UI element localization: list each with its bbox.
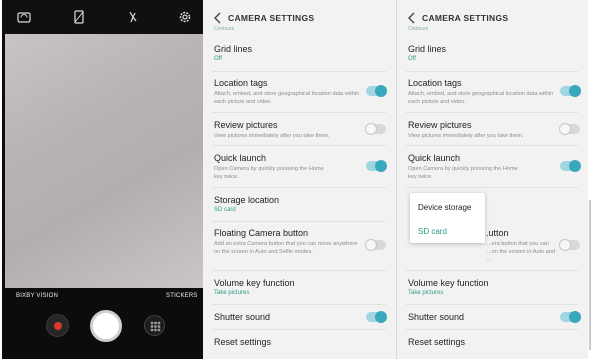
- divider: [406, 187, 578, 188]
- divider: [406, 270, 578, 271]
- setting-description: View pictures immediately after you take…: [408, 133, 524, 139]
- quick-launch-toggle[interactable]: [366, 160, 387, 172]
- setting-title: Reset settings: [408, 337, 466, 347]
- divider: [212, 145, 386, 146]
- setting-description: Add an extra Camera button that you can …: [214, 241, 358, 255]
- setting-value: Off: [408, 56, 416, 62]
- stickers-button[interactable]: STICKERS: [166, 293, 198, 299]
- record-button[interactable]: [46, 314, 69, 337]
- shutter-sound-toggle[interactable]: [560, 311, 581, 323]
- divider: [212, 304, 386, 305]
- setting-value: SD card: [214, 207, 236, 213]
- camera-viewfinder-screen: BIXBY VISION STICKERS: [2, 0, 203, 359]
- setting-title: Shutter sound: [214, 312, 271, 322]
- divider: [212, 71, 386, 72]
- back-arrow-icon[interactable]: [212, 12, 224, 24]
- setting-title: Quick launch: [408, 153, 461, 163]
- effects-button[interactable]: [144, 315, 165, 336]
- setting-title: Quick launch: [214, 153, 267, 163]
- location-tags-toggle[interactable]: [560, 85, 581, 97]
- review-pictures-toggle[interactable]: [365, 123, 386, 135]
- option-sd-card[interactable]: SD card: [418, 227, 447, 236]
- divider: [212, 187, 386, 188]
- divider: [406, 304, 578, 305]
- setting-title: Location tags: [408, 78, 462, 88]
- setting-title: Floating Camera button: [214, 228, 309, 238]
- setting-title: Review pictures: [214, 120, 278, 130]
- camera-top-bar: [2, 0, 203, 34]
- divider: [406, 112, 578, 113]
- flash-off-icon[interactable]: [72, 10, 86, 24]
- setting-description: Attach, embed, and store geographical lo…: [408, 91, 554, 105]
- storage-location-popup: Device storage SD card: [410, 193, 485, 243]
- camera-switch-icon[interactable]: [17, 10, 31, 24]
- settings-gear-icon[interactable]: [178, 10, 192, 24]
- divider: [406, 329, 578, 330]
- setting-value: Take pictures: [408, 290, 444, 296]
- timer-off-icon[interactable]: [126, 10, 140, 24]
- setting-description: Open Camera by quickly pressing the Home…: [214, 166, 324, 180]
- back-arrow-icon[interactable]: [406, 12, 418, 24]
- shutter-sound-toggle[interactable]: [366, 311, 387, 323]
- floating-camera-button-toggle[interactable]: [365, 239, 386, 251]
- setting-description: Attach, embed, and store geographical lo…: [214, 91, 360, 105]
- setting-title: Shutter sound: [408, 312, 465, 322]
- setting-value: Off: [214, 56, 222, 62]
- review-pictures-toggle[interactable]: [559, 123, 580, 135]
- camera-settings-screen-left: CAMERA SETTINGS Contours Grid lines Off …: [203, 0, 396, 359]
- location-tags-toggle[interactable]: [366, 85, 387, 97]
- scrollbar[interactable]: [589, 200, 591, 350]
- setting-description: ...era button that you can ...on the scr…: [487, 241, 556, 263]
- camera-bottom-bar: BIXBY VISION STICKERS: [2, 288, 203, 359]
- setting-title: Volume key function: [408, 278, 489, 288]
- setting-title: Storage location: [214, 195, 280, 205]
- partial-setting-label: Contours: [408, 26, 429, 32]
- record-icon: [54, 322, 62, 330]
- camera-settings-screen-right: CAMERA SETTINGS Contours Grid lines Off …: [397, 0, 588, 359]
- setting-title: Volume key function: [214, 278, 295, 288]
- camera-preview[interactable]: [5, 34, 203, 288]
- page-title: CAMERA SETTINGS: [422, 13, 509, 23]
- floating-camera-button-toggle[interactable]: [559, 239, 580, 251]
- setting-value: Take pictures: [214, 290, 250, 296]
- divider: [212, 270, 386, 271]
- partial-setting-label: Contours: [214, 26, 235, 32]
- settings-header: CAMERA SETTINGS Contours: [203, 0, 396, 36]
- setting-title: Review pictures: [408, 120, 472, 130]
- option-device-storage[interactable]: Device storage: [418, 203, 471, 212]
- effects-grid-icon: [150, 321, 161, 332]
- setting-title: ...utton: [481, 228, 509, 238]
- divider: [212, 329, 386, 330]
- settings-header: CAMERA SETTINGS Contours: [397, 0, 588, 36]
- page-title: CAMERA SETTINGS: [228, 13, 315, 23]
- quick-launch-toggle[interactable]: [560, 160, 581, 172]
- divider: [406, 71, 578, 72]
- setting-title: Grid lines: [214, 44, 253, 54]
- setting-title: Grid lines: [408, 44, 447, 54]
- bixby-vision-button[interactable]: BIXBY VISION: [16, 293, 58, 299]
- setting-title: Location tags: [214, 78, 268, 88]
- setting-description: View pictures immediately after you take…: [214, 133, 330, 139]
- setting-title: Reset settings: [214, 337, 272, 347]
- divider: [212, 112, 386, 113]
- divider: [406, 145, 578, 146]
- setting-description: Open Camera by quickly pressing the Home…: [408, 166, 518, 180]
- divider: [212, 221, 386, 222]
- shutter-button[interactable]: [90, 310, 122, 342]
